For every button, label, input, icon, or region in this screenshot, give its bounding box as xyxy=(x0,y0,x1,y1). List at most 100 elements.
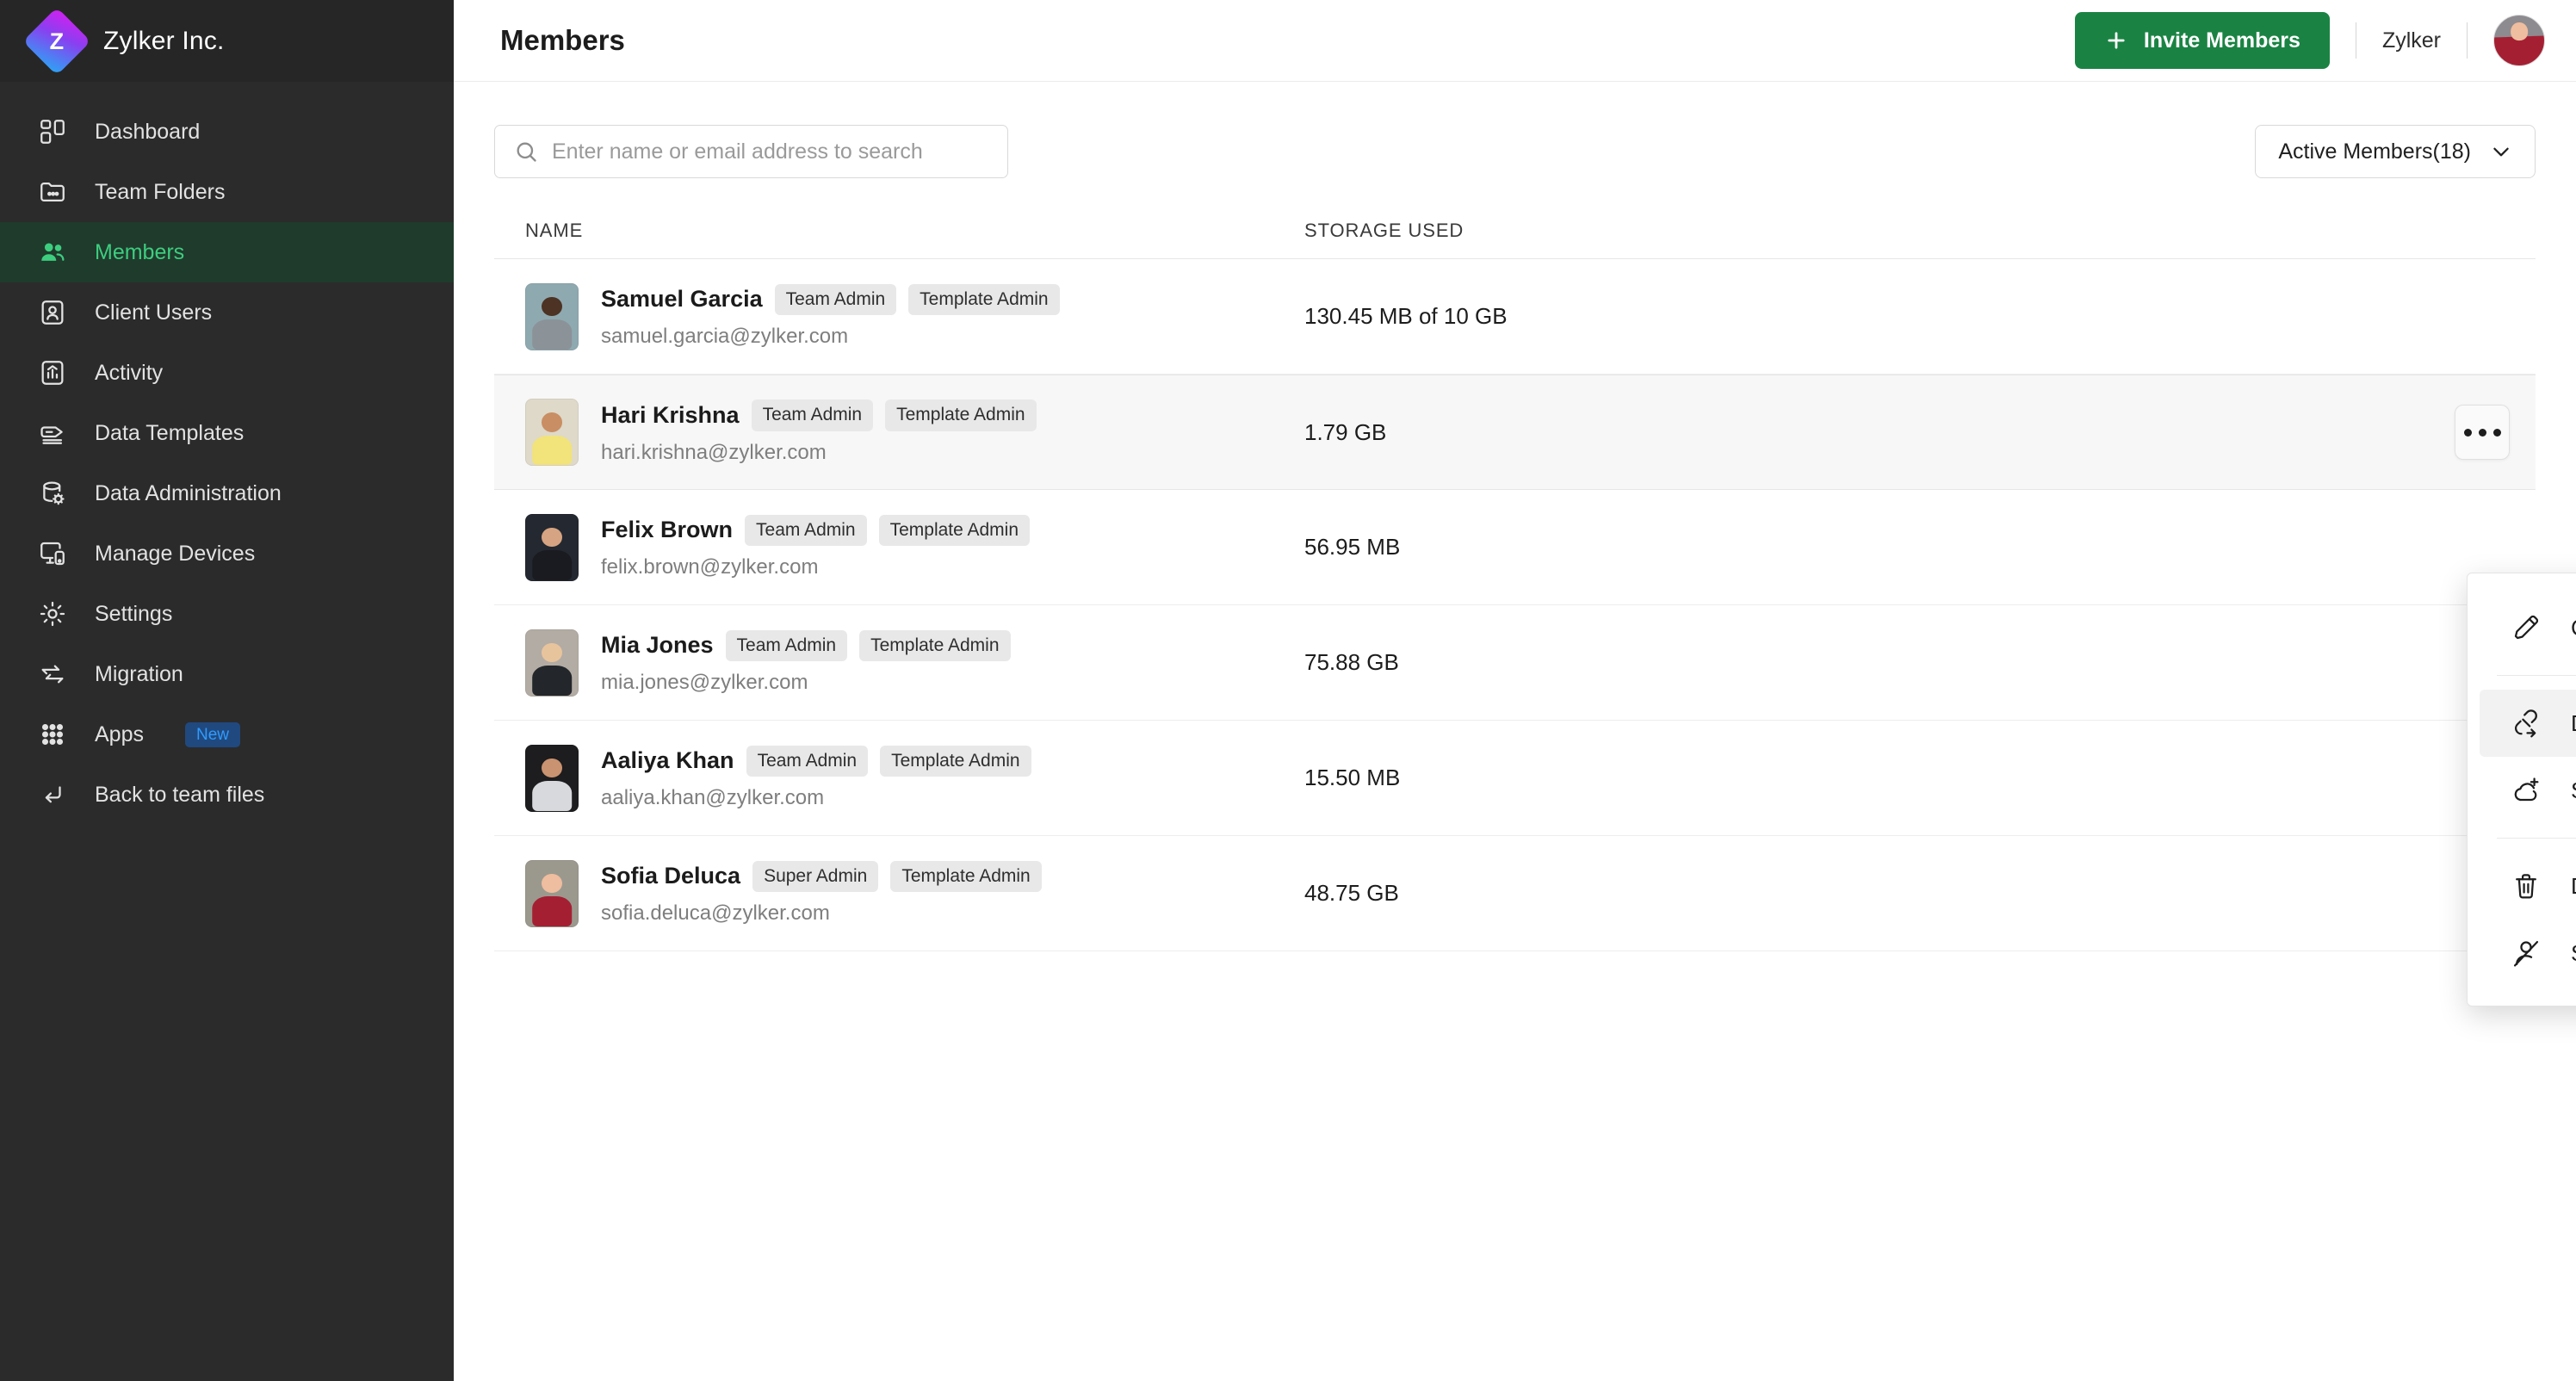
member-name: Hari Krishna xyxy=(601,401,740,428)
member-storage: 56.95 MB xyxy=(1304,534,1401,560)
member-name-line: Aaliya Khan Team Admin Template Admin xyxy=(601,745,1031,777)
table-row[interactable]: Hari Krishna Team Admin Template Admin hari… xyxy=(494,375,2536,490)
user-slash-icon xyxy=(2509,936,2543,970)
sidebar-item-manage-devices[interactable]: Manage Devices xyxy=(0,523,454,584)
logo-letter: Z xyxy=(49,28,65,53)
member-name: Samuel Garcia xyxy=(601,286,763,313)
member-email: felix.brown@zylker.com xyxy=(601,555,819,579)
sidebar-item-migration[interactable]: Migration xyxy=(0,644,454,704)
table-row[interactable]: Sofia Deluca Super Admin Template Admin sof… xyxy=(494,836,2536,951)
sidebar-item-activity[interactable]: Activity xyxy=(0,343,454,403)
chart-box-icon xyxy=(34,355,71,391)
monitor-phone-icon xyxy=(34,536,71,572)
sidebar-item-team-folders[interactable]: Team Folders xyxy=(0,162,454,222)
table-row[interactable]: Mia Jones Team Admin Template Admin mia.jon… xyxy=(494,605,2536,721)
sidebar-item-data-templates[interactable]: Data Templates xyxy=(0,403,454,463)
user-card-icon xyxy=(34,294,71,331)
sidebar-nav: Dashboard Team Folders Members Client Users… xyxy=(0,82,454,825)
sidebar-item-label: Client Users xyxy=(95,300,213,325)
brand-name: Zylker Inc. xyxy=(103,26,225,55)
member-name: Felix Brown xyxy=(601,517,734,543)
role-tag: Super Admin xyxy=(752,860,879,893)
table-row[interactable]: Felix Brown Team Admin Template Admin felix… xyxy=(494,490,2536,605)
sidebar-item-back-to-team-files[interactable]: Back to team files xyxy=(0,765,454,825)
column-header-storage: STORAGE USED xyxy=(1304,219,1464,241)
sidebar-item-dashboard[interactable]: Dashboard xyxy=(0,102,454,162)
trash-icon xyxy=(2509,869,2543,903)
sidebar-item-label: Settings xyxy=(95,601,173,626)
database-gear-icon xyxy=(34,475,71,511)
org-name[interactable]: Zylker xyxy=(2382,28,2441,53)
sidebar-item-client-users[interactable]: Client Users xyxy=(0,282,454,343)
member-info: Samuel Garcia Team Admin Template Admin sam… xyxy=(601,283,1060,349)
sidebar-item-members[interactable]: Members xyxy=(0,222,454,282)
member-avatar xyxy=(525,859,579,927)
member-name-cell: Mia Jones Team Admin Template Admin mia.jon… xyxy=(525,629,1304,697)
member-name-cell: Felix Brown Team Admin Template Admin felix… xyxy=(525,513,1304,581)
sidebar-item-label: Team Folders xyxy=(95,179,226,204)
content-area: Active Members(18) NAME STORAGE USED Sam… xyxy=(454,82,2576,1381)
pencil-icon xyxy=(2509,610,2543,645)
role-tag: Team Admin xyxy=(774,283,897,316)
member-storage: 1.79 GB xyxy=(1304,418,1387,445)
member-storage: 130.45 MB of 10 GB xyxy=(1304,303,1508,329)
sidebar-item-settings[interactable]: Settings xyxy=(0,584,454,644)
row-actions-button[interactable] xyxy=(2455,405,2510,460)
grid-icon xyxy=(34,114,71,150)
search-box[interactable] xyxy=(494,125,1008,178)
member-email: aaliya.khan@zylker.com xyxy=(601,786,825,810)
menu-divider xyxy=(2497,838,2576,839)
menu-item-label: Delete Member xyxy=(2571,873,2576,900)
menu-item-label: Suspend Member xyxy=(2571,940,2576,967)
members-table: NAME STORAGE USED Samuel Garcia Team Admi… xyxy=(494,214,2536,951)
member-email: samuel.garcia@zylker.com xyxy=(601,325,849,349)
brand-header[interactable]: Z Zylker Inc. xyxy=(0,0,454,82)
folder-share-icon xyxy=(34,174,71,210)
member-name-line: Mia Jones Team Admin Template Admin xyxy=(601,629,1011,662)
search-input[interactable] xyxy=(552,139,988,164)
app-root: Z Zylker Inc. Dashboard Team Folders Membe… xyxy=(0,0,2576,1381)
invite-members-button[interactable]: Invite Members xyxy=(2074,12,2330,69)
menu-item-label: Change Role xyxy=(2571,615,2576,641)
member-avatar xyxy=(525,629,579,697)
topbar-actions: Invite Members Zylker xyxy=(2074,12,2545,69)
member-info: Sofia Deluca Super Admin Template Admin sof… xyxy=(601,860,1042,926)
member-storage: 15.50 MB xyxy=(1304,765,1401,790)
menu-item-suspend-member[interactable]: Suspend Member xyxy=(2480,920,2576,987)
menu-item-disable-external-sharing[interactable]: Disable External Sharing xyxy=(2480,690,2576,757)
sidebar-item-data-administration[interactable]: Data Administration xyxy=(0,463,454,523)
avatar[interactable] xyxy=(2493,15,2545,66)
member-email: sofia.deluca@zylker.com xyxy=(601,901,830,926)
page-title: Members xyxy=(500,24,625,56)
column-header-name: NAME xyxy=(525,219,584,241)
sidebar-item-label: Data Administration xyxy=(95,480,282,505)
link-share-icon xyxy=(2509,706,2543,740)
people-icon xyxy=(34,234,71,270)
member-info: Aaliya Khan Team Admin Template Admin aaliy… xyxy=(601,745,1031,810)
sidebar-item-label: Apps xyxy=(95,721,144,746)
member-name: Aaliya Khan xyxy=(601,747,734,774)
sidebar-item-apps[interactable]: Apps New xyxy=(0,704,454,765)
table-body: Samuel Garcia Team Admin Template Admin sam… xyxy=(494,259,2536,951)
member-name-cell: Samuel Garcia Team Admin Template Admin sam… xyxy=(525,282,1304,350)
member-name-line: Felix Brown Team Admin Template Admin xyxy=(601,514,1031,547)
table-row[interactable]: Aaliya Khan Team Admin Template Admin aaliy… xyxy=(494,721,2536,836)
transfer-arrows-icon xyxy=(34,656,71,692)
member-actions-menu: Change Role Disable External Sharing Set S… xyxy=(2467,573,2576,1006)
menu-item-change-role[interactable]: Change Role xyxy=(2480,594,2576,661)
member-name: Mia Jones xyxy=(601,632,714,659)
role-tag: Team Admin xyxy=(746,745,869,777)
menu-item-delete-member[interactable]: Delete Member xyxy=(2480,852,2576,920)
divider xyxy=(2467,22,2468,59)
role-tag: Team Admin xyxy=(751,399,874,431)
member-filter-dropdown[interactable]: Active Members(18) xyxy=(2255,125,2536,178)
role-tag: Template Admin xyxy=(859,629,1011,662)
menu-divider xyxy=(2497,675,2576,676)
sidebar-item-label: Back to team files xyxy=(95,782,265,807)
member-info: Mia Jones Team Admin Template Admin mia.jon… xyxy=(601,629,1011,695)
menu-item-set-storage-limit[interactable]: Set Storage Limit xyxy=(2480,757,2576,824)
new-badge: New xyxy=(184,721,240,747)
return-arrow-icon xyxy=(34,777,71,813)
search-icon xyxy=(517,142,536,162)
table-row[interactable]: Samuel Garcia Team Admin Template Admin sam… xyxy=(494,259,2536,375)
